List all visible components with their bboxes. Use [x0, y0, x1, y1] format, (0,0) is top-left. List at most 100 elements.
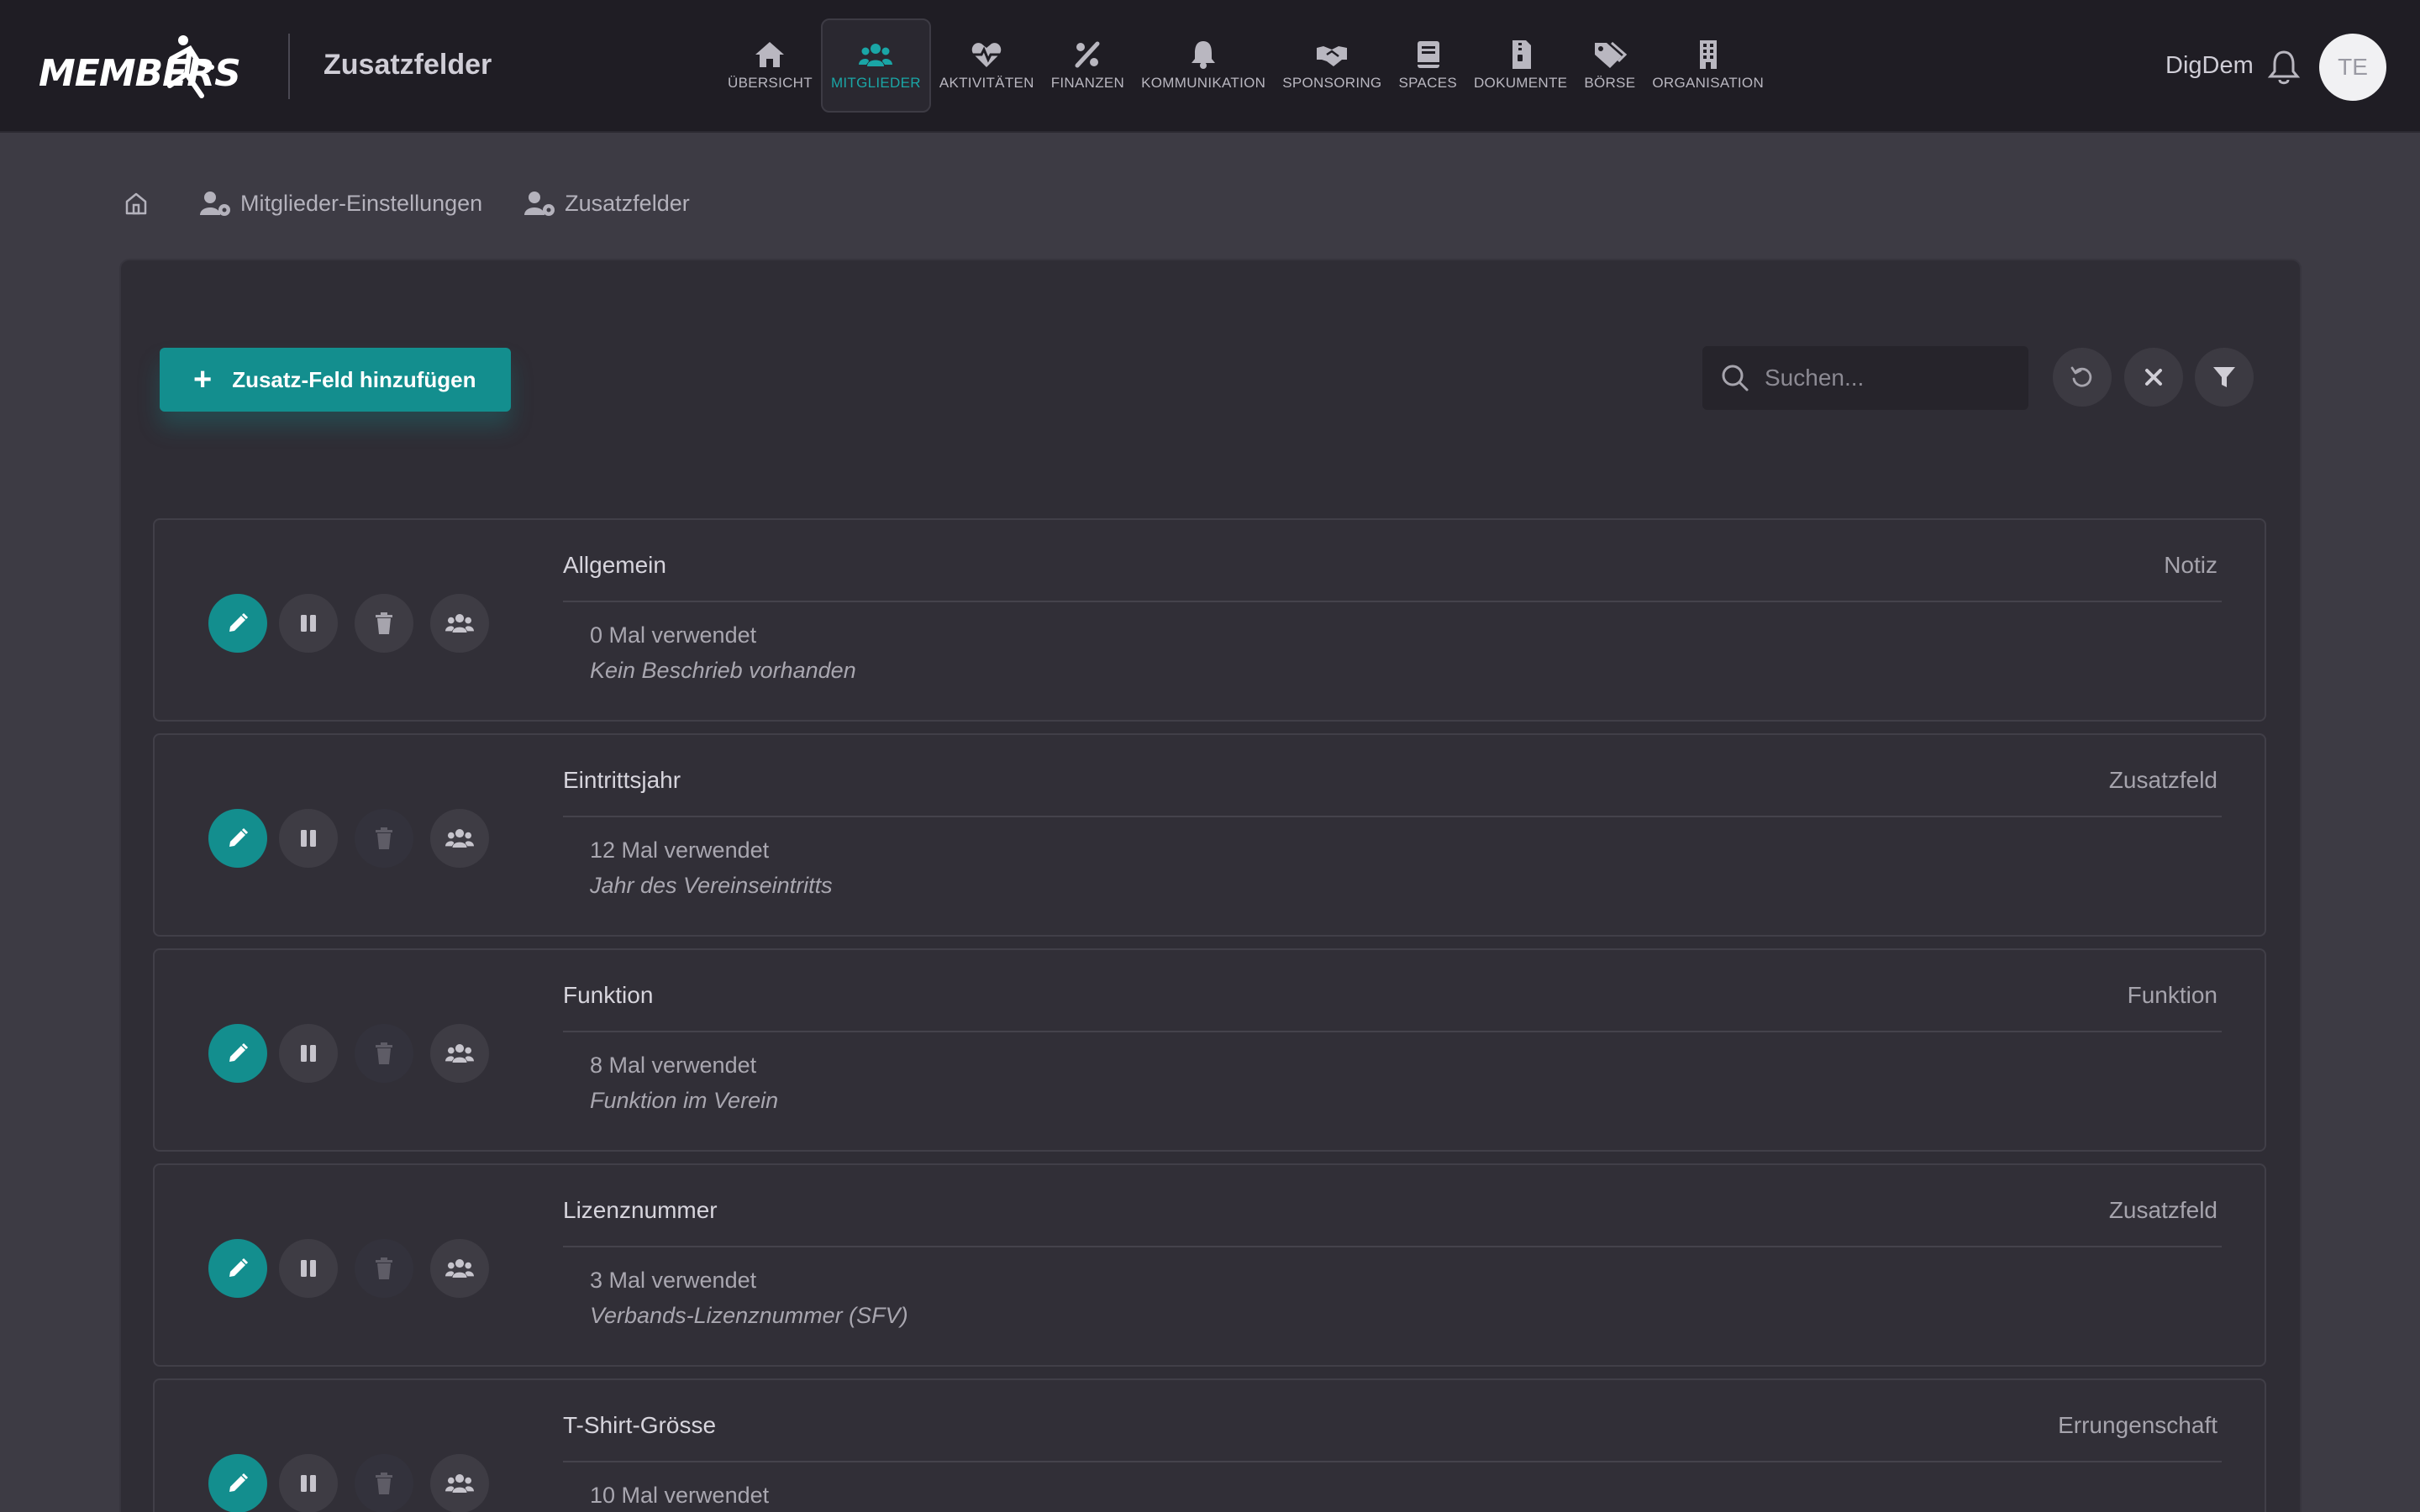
- avatar[interactable]: TE: [2319, 34, 2386, 101]
- breadcrumb-mitglieder-einstellungen[interactable]: Mitglieder-Einstellungen: [200, 190, 482, 217]
- reset-button[interactable]: [2053, 348, 2112, 407]
- row-divider: [563, 1031, 2222, 1032]
- groups-button[interactable]: [430, 594, 489, 653]
- field-name: Eintrittsjahr: [563, 767, 681, 793]
- nav-label: AKTIVITÄTEN: [939, 75, 1034, 91]
- field-description: Kein Beschrieb vorhanden: [590, 658, 856, 683]
- nav-item-kommunikation[interactable]: KOMMUNIKATION: [1133, 18, 1274, 113]
- members-logo[interactable]: MEMBERS: [39, 34, 257, 101]
- users-icon: [445, 613, 474, 633]
- pause-button[interactable]: [279, 809, 338, 868]
- trash-icon: [376, 1042, 392, 1064]
- add-field-button[interactable]: + Zusatz-Feld hinzufügen: [160, 348, 511, 412]
- field-row: Eintrittsjahr Zusatzfeld 12 Mal verwende…: [153, 733, 2266, 937]
- field-type: Funktion: [2127, 982, 2217, 1008]
- delete-button-disabled: [355, 1454, 413, 1512]
- nav-label: DOKUMENTE: [1473, 75, 1568, 91]
- plus-icon: +: [193, 362, 213, 397]
- pause-button[interactable]: [279, 594, 338, 653]
- bell-icon: [1192, 41, 1216, 69]
- field-type: Zusatzfeld: [2108, 767, 2217, 793]
- home-icon: [125, 192, 147, 215]
- pause-button[interactable]: [279, 1239, 338, 1298]
- top-bar: MEMBERS Zusatzfelder ÜBERSICHT MITGLIEDE…: [0, 0, 2420, 133]
- heartbeat-icon: [972, 43, 1002, 67]
- field-type: Zusatzfeld: [2108, 1197, 2217, 1223]
- pencil-icon: [229, 827, 249, 847]
- nav-item-uebersicht[interactable]: ÜBERSICHT: [719, 18, 821, 113]
- pause-icon: [301, 1475, 316, 1492]
- field-row: Allgemein Notiz 0 Mal verwendet Kein Bes…: [153, 518, 2266, 722]
- nav-item-boerse[interactable]: BÖRSE: [1576, 18, 1644, 113]
- nav-item-spaces[interactable]: SPACES: [1390, 18, 1465, 113]
- field-name: Lizenznummer: [563, 1197, 718, 1223]
- breadcrumb-home[interactable]: [123, 190, 158, 217]
- edit-button[interactable]: [208, 809, 267, 868]
- main-nav: ÜBERSICHT MITGLIEDER AKTIVITÄTEN FINANZE…: [719, 18, 1772, 113]
- pencil-icon: [229, 1042, 249, 1062]
- field-description: Jahr des Vereinseintritts: [590, 873, 833, 898]
- row-divider: [563, 816, 2222, 817]
- notification-bell-icon[interactable]: [2267, 49, 2301, 86]
- field-usage: 3 Mal verwendet: [590, 1268, 757, 1293]
- field-name: Funktion: [563, 982, 654, 1008]
- nav-label: ÜBERSICHT: [728, 75, 813, 91]
- groups-button[interactable]: [430, 1024, 489, 1083]
- user-cog-icon: [200, 192, 230, 216]
- breadcrumb-zusatzfelder[interactable]: Zusatzfelder: [524, 190, 690, 217]
- filter-icon: [2213, 367, 2235, 387]
- home-icon: [755, 42, 785, 67]
- nav-item-dokumente[interactable]: DOKUMENTE: [1465, 18, 1576, 113]
- clear-button[interactable]: [2124, 348, 2183, 407]
- field-name: Allgemein: [563, 552, 666, 578]
- users-icon: [445, 828, 474, 848]
- groups-button[interactable]: [430, 1454, 489, 1512]
- groups-button[interactable]: [430, 1239, 489, 1298]
- row-divider: [563, 601, 2222, 602]
- building-icon: [1699, 40, 1717, 69]
- pause-button[interactable]: [279, 1454, 338, 1512]
- field-type: Errungenschaft: [2058, 1412, 2217, 1438]
- edit-button[interactable]: [208, 1454, 267, 1512]
- pause-icon: [301, 830, 316, 847]
- row-divider: [563, 1461, 2222, 1462]
- pencil-icon: [229, 1257, 249, 1277]
- field-usage: 8 Mal verwendet: [590, 1053, 757, 1078]
- field-description: Funktion im Verein: [590, 1088, 779, 1113]
- pause-button[interactable]: [279, 1024, 338, 1083]
- field-type: Notiz: [2164, 552, 2217, 578]
- nav-item-sponsoring[interactable]: SPONSORING: [1274, 18, 1390, 113]
- trash-icon: [376, 1473, 392, 1494]
- nav-item-organisation[interactable]: ORGANISATION: [1644, 18, 1772, 113]
- search-input[interactable]: [1765, 365, 2000, 391]
- breadcrumb-label: Mitglieder-Einstellungen: [240, 190, 483, 216]
- edit-button[interactable]: [208, 594, 267, 653]
- filter-button[interactable]: [2195, 348, 2254, 407]
- nav-item-finanzen[interactable]: FINANZEN: [1043, 18, 1133, 113]
- nav-label: FINANZEN: [1050, 75, 1125, 91]
- runner-icon: [167, 35, 214, 98]
- users-icon: [859, 44, 893, 66]
- row-divider: [563, 1246, 2222, 1247]
- delete-button-disabled: [355, 1024, 413, 1083]
- title-divider: [288, 34, 290, 99]
- users-icon: [445, 1258, 474, 1278]
- book-icon: [1418, 41, 1440, 68]
- delete-button[interactable]: [355, 594, 413, 653]
- groups-button[interactable]: [430, 809, 489, 868]
- field-row: Lizenznummer Zusatzfeld 3 Mal verwendet …: [153, 1163, 2266, 1367]
- edit-button[interactable]: [208, 1024, 267, 1083]
- nav-item-aktivitaeten[interactable]: AKTIVITÄTEN: [931, 18, 1043, 113]
- tags-icon: [1594, 41, 1627, 68]
- pencil-icon: [229, 1473, 249, 1492]
- page-title: Zusatzfelder: [324, 49, 492, 81]
- percent-icon: [1075, 41, 1100, 68]
- field-description: Verbands-Lizenznummer (SFV): [590, 1303, 908, 1328]
- edit-button[interactable]: [208, 1239, 267, 1298]
- user-name[interactable]: DigDem: [2165, 52, 2254, 80]
- users-icon: [445, 1043, 474, 1063]
- search-icon: [1722, 365, 1749, 391]
- pause-icon: [301, 1045, 316, 1062]
- search-box[interactable]: [1702, 346, 2028, 410]
- nav-item-mitglieder[interactable]: MITGLIEDER: [820, 18, 931, 113]
